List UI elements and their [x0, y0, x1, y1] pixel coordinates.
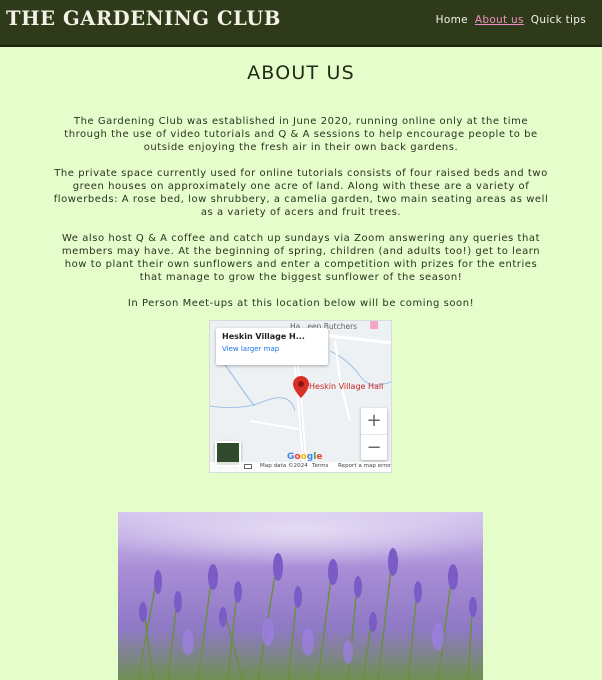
- view-larger-map-link[interactable]: View larger map: [222, 345, 322, 353]
- nav-about-us[interactable]: About us: [475, 14, 524, 26]
- map-footer: Map data ©2024 Terms Report a map error: [210, 462, 391, 472]
- zoom-in-button[interactable]: +: [361, 408, 387, 434]
- about-content: The Gardening Club was established in Ju…: [52, 115, 550, 323]
- map-zoom-controls: + −: [361, 408, 387, 460]
- about-paragraph-meetups: In Person Meet-ups at this location belo…: [127, 298, 475, 309]
- zoom-out-button[interactable]: −: [361, 434, 387, 461]
- map-place-card: Heskin Village H... View larger map: [216, 328, 328, 365]
- report-map-error-link[interactable]: Report a map error: [338, 463, 391, 469]
- about-paragraph-history: The Gardening Club was established in Ju…: [64, 116, 538, 153]
- google-logo: Google: [287, 452, 323, 462]
- map-attribution: Map data ©2024: [260, 463, 308, 469]
- about-paragraph-space: The private space currently used for onl…: [53, 168, 549, 218]
- nav-quick-tips[interactable]: Quick tips: [531, 14, 586, 26]
- keyboard-shortcuts-icon[interactable]: [244, 464, 252, 469]
- site-brand[interactable]: THE GARDENING CLUB: [6, 7, 281, 30]
- lavender-photo: [118, 512, 483, 680]
- main-nav: Home About us Quick tips: [436, 14, 586, 26]
- embedded-map[interactable]: Ha...een Butchers Heskin Village H... Vi…: [209, 320, 392, 473]
- map-pin-icon[interactable]: [293, 376, 309, 398]
- map-pin-label[interactable]: Heskin Village Hall: [309, 382, 383, 391]
- map-terms-link[interactable]: Terms: [312, 463, 328, 469]
- about-paragraph-events: We also host Q & A coffee and catch up s…: [61, 233, 541, 283]
- page-title: ABOUT US: [247, 62, 355, 84]
- nav-home[interactable]: Home: [436, 14, 468, 26]
- map-place-name: Heskin Village H...: [222, 332, 305, 341]
- site-header: THE GARDENING CLUB Home About us Quick t…: [0, 0, 602, 47]
